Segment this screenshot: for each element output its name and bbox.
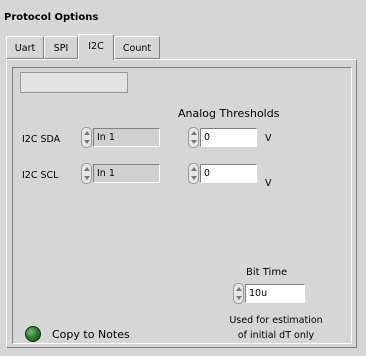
up-arrow-icon[interactable] — [84, 167, 90, 171]
scl-threshold-field[interactable]: 0 — [200, 164, 257, 183]
analog-thresholds-heading: Analog Thresholds — [178, 107, 280, 120]
bit-time-note-line1: Used for estimation — [229, 315, 323, 326]
scl-threshold-stepper[interactable] — [188, 163, 199, 184]
sda-channel-stepper[interactable] — [81, 127, 92, 148]
tab-spi[interactable]: SPI — [44, 36, 78, 59]
tab-i2c[interactable]: I2C — [78, 34, 114, 60]
down-arrow-icon[interactable] — [236, 296, 242, 300]
sda-label: I2C SDA — [22, 134, 61, 145]
up-arrow-icon[interactable] — [191, 167, 197, 171]
scl-unit: V — [265, 178, 272, 189]
scl-channel-stepper[interactable] — [81, 163, 92, 184]
panel-title: Protocol Options — [4, 12, 99, 23]
bit-time-field[interactable]: 10u — [245, 284, 305, 303]
bit-time-stepper[interactable] — [233, 283, 244, 304]
tab-count[interactable]: Count — [114, 36, 160, 59]
scl-label: I2C SCL — [22, 170, 59, 181]
copy-to-notes-led[interactable] — [25, 326, 41, 342]
sda-channel-field[interactable]: In 1 — [93, 128, 160, 147]
down-arrow-icon[interactable] — [191, 176, 197, 180]
sda-threshold-stepper[interactable] — [188, 127, 199, 148]
up-arrow-icon[interactable] — [236, 287, 242, 291]
copy-to-notes-label: Copy to Notes — [52, 328, 130, 341]
sda-threshold-field[interactable]: 0 — [200, 128, 257, 147]
up-arrow-icon[interactable] — [84, 131, 90, 135]
bit-time-label: Bit Time — [246, 267, 288, 278]
down-arrow-icon[interactable] — [191, 140, 197, 144]
bit-time-note-line2: of initial dT only — [237, 330, 315, 341]
tab-uart[interactable]: Uart — [6, 36, 44, 59]
down-arrow-icon[interactable] — [84, 176, 90, 180]
up-arrow-icon[interactable] — [191, 131, 197, 135]
down-arrow-icon[interactable] — [84, 140, 90, 144]
sda-unit: V — [265, 133, 272, 144]
scl-channel-field[interactable]: In 1 — [93, 164, 160, 183]
status-display — [20, 72, 128, 93]
